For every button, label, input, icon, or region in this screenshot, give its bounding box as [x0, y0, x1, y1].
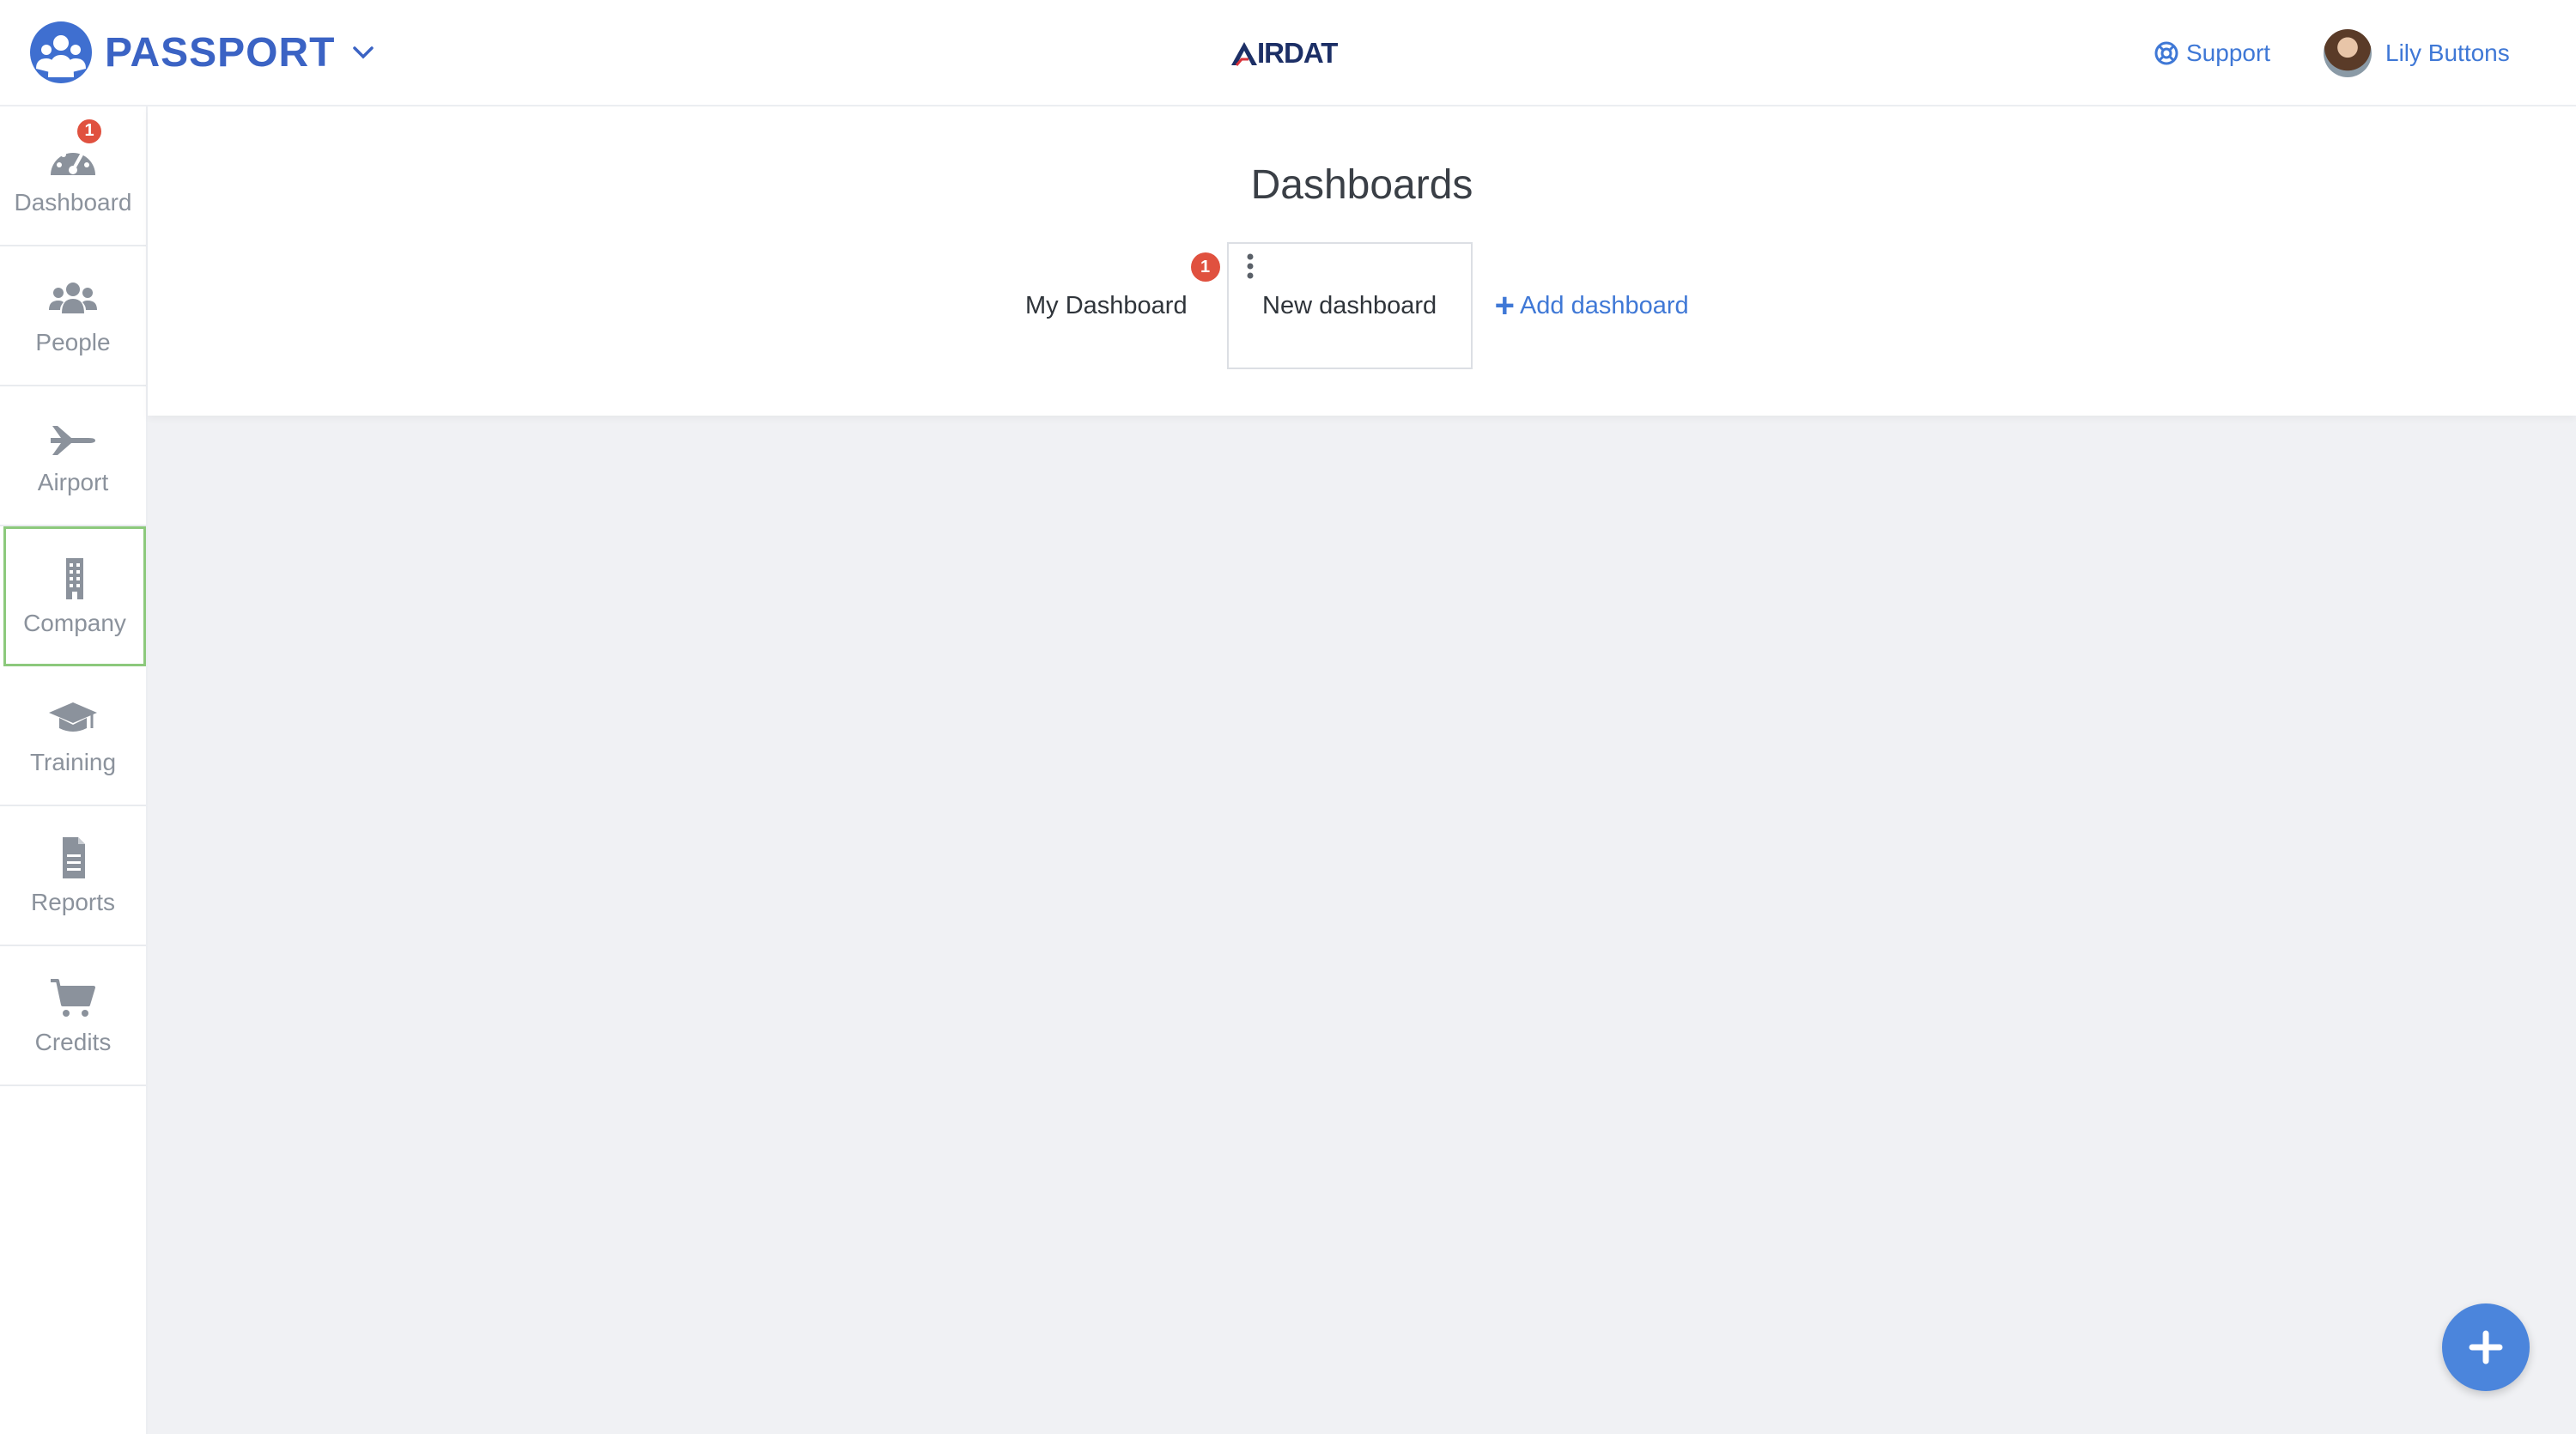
tab-new-dashboard[interactable]: New dashboard	[1226, 242, 1473, 369]
plus-icon	[2469, 1330, 2503, 1364]
sidebar-item-credits[interactable]: Credits	[0, 946, 146, 1086]
tab-label: My Dashboard	[1025, 291, 1188, 319]
notification-badge: 1	[75, 116, 104, 146]
sidebar-item-company[interactable]: Company	[3, 526, 146, 666]
user-name: Lily Buttons	[2385, 39, 2510, 66]
user-menu[interactable]: Lily Buttons	[2324, 27, 2510, 79]
lifebuoy-icon	[2154, 41, 2178, 65]
sidebar-item-label: Dashboard	[14, 188, 132, 216]
main-content: Dashboards My Dashboard 1 New dashboard …	[148, 106, 2576, 1434]
gauge-icon: 1	[47, 116, 104, 180]
sidebar-item-training[interactable]: Training	[0, 666, 146, 806]
floating-add-button[interactable]	[2442, 1303, 2530, 1391]
kebab-menu-icon[interactable]	[1246, 252, 1255, 283]
sidebar-item-label: People	[35, 328, 111, 355]
sidebar-item-label: Company	[23, 609, 126, 636]
sidebar-item-label: Credits	[34, 1028, 112, 1055]
airdat-logo-text: IRDAT	[1257, 37, 1338, 69]
passport-logo-icon	[30, 21, 92, 83]
plane-icon	[47, 416, 99, 460]
graduation-cap-icon	[47, 696, 99, 740]
add-dashboard-label: Add dashboard	[1519, 291, 1689, 319]
add-dashboard-button[interactable]: + Add dashboard	[1495, 289, 1689, 323]
airdat-logo: IRDAT	[1230, 37, 1338, 69]
app-switcher[interactable]: PASSPORT	[29, 21, 376, 84]
users-icon	[47, 276, 99, 320]
dashboard-tabs: My Dashboard 1 New dashboard + Add dashb…	[1025, 242, 1689, 369]
tab-my-dashboard[interactable]: My Dashboard 1	[1025, 242, 1220, 369]
sidebar-item-label: Reports	[30, 888, 116, 915]
dashboards-panel: Dashboards My Dashboard 1 New dashboard …	[148, 106, 2576, 416]
plus-icon: +	[1494, 287, 1515, 325]
sidebar-item-label: Airport	[37, 468, 109, 495]
airdat-a-mark-icon	[1231, 42, 1257, 66]
sidebar-item-people[interactable]: People	[0, 246, 146, 386]
sidebar: 1 Dashboard People Airport Company Train…	[0, 106, 148, 1434]
tab-label: New dashboard	[1262, 291, 1437, 319]
avatar	[2324, 29, 2372, 77]
document-icon	[47, 835, 99, 880]
chevron-down-icon	[353, 46, 374, 59]
support-label: Support	[2186, 39, 2271, 66]
support-link[interactable]: Support	[2154, 34, 2270, 72]
notification-badge: 1	[1190, 252, 1220, 282]
sidebar-item-reports[interactable]: Reports	[0, 806, 146, 946]
sidebar-item-dashboard[interactable]: 1 Dashboard	[0, 106, 146, 246]
sidebar-item-airport[interactable]: Airport	[0, 386, 146, 526]
building-icon	[49, 556, 100, 601]
top-bar: PASSPORT IRDAT Support Lily Buttons	[0, 0, 2576, 106]
sidebar-item-label: Training	[29, 748, 117, 775]
page-title: Dashboards	[1250, 162, 1473, 208]
cart-icon	[47, 975, 99, 1020]
brand-name: PASSPORT	[105, 29, 336, 76]
